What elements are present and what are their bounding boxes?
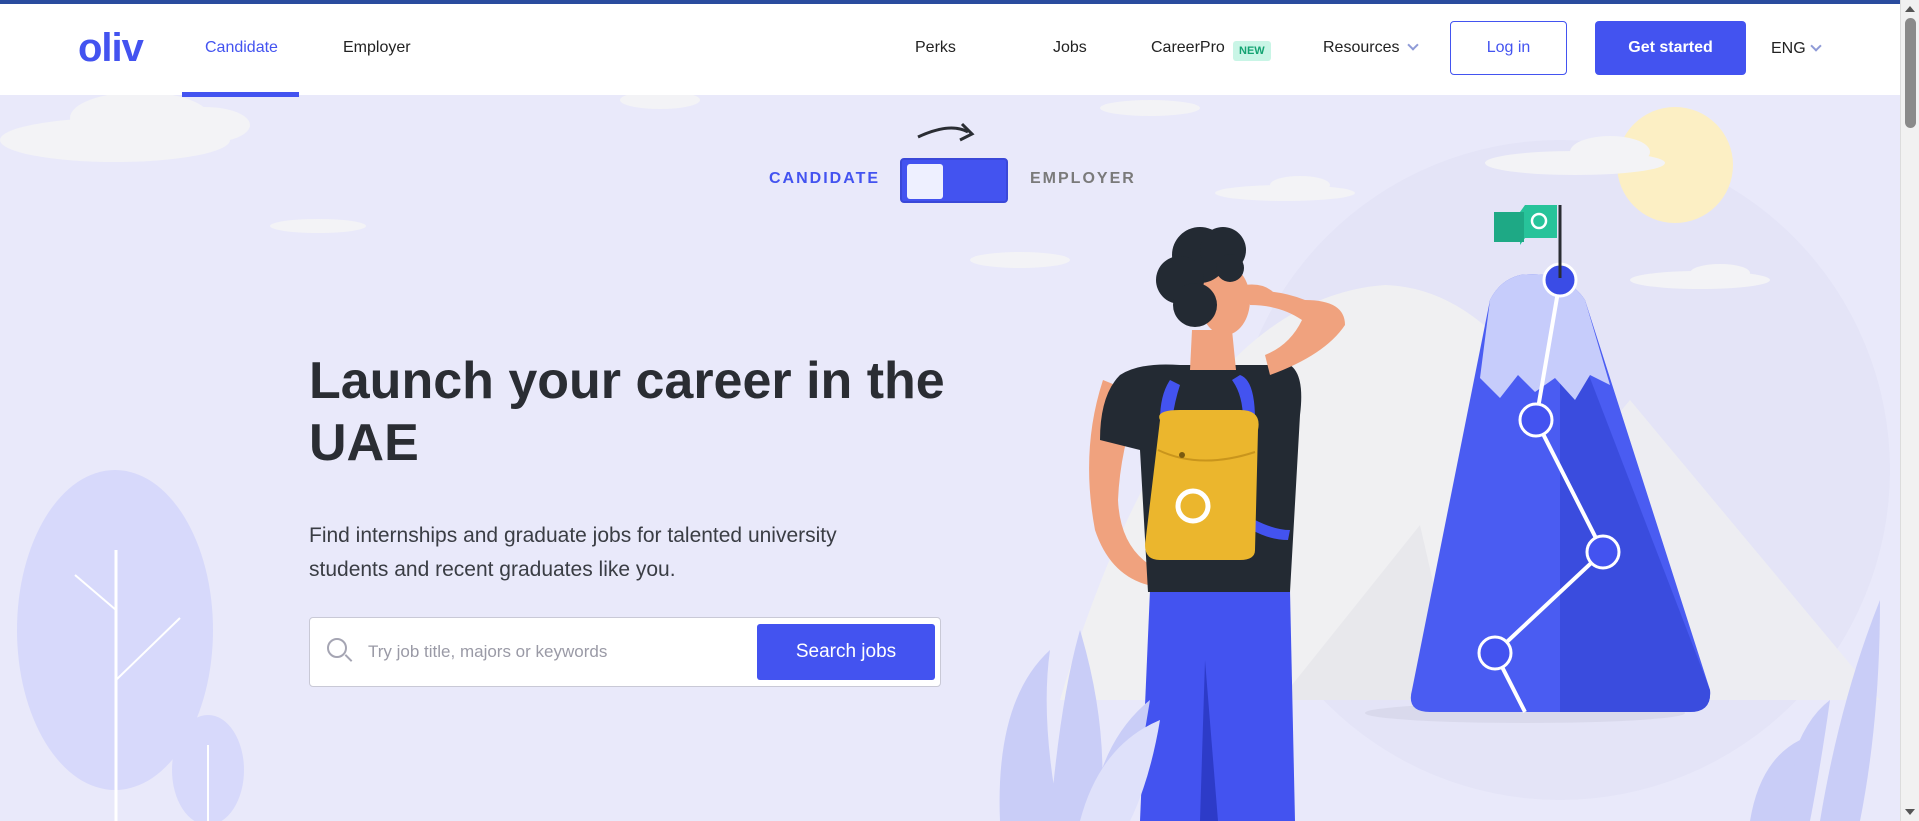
scroll-thumb[interactable] [1905, 18, 1916, 128]
new-badge: NEW [1233, 41, 1271, 61]
toggle-label-candidate[interactable]: CANDIDATE [769, 170, 880, 188]
candidate-employer-toggle[interactable] [900, 158, 1008, 203]
login-button[interactable]: Log in [1450, 21, 1567, 75]
toggle-knob[interactable] [907, 164, 943, 199]
nav-resources[interactable]: Resources [1323, 39, 1399, 57]
page-scrollbar[interactable] [1900, 0, 1919, 821]
search-icon [327, 638, 347, 658]
site-header: oliv Candidate Employer Perks Jobs Caree… [0, 4, 1900, 97]
scroll-down-arrow-icon[interactable] [1905, 809, 1915, 815]
hero-title: Launch your career in the UAE [309, 352, 945, 472]
nav-employer[interactable]: Employer [343, 39, 411, 57]
nav-perks[interactable]: Perks [915, 39, 956, 57]
arrow-right-icon [917, 126, 969, 139]
search-jobs-button[interactable]: Search jobs [757, 624, 935, 680]
get-started-button[interactable]: Get started [1595, 21, 1746, 75]
nav-jobs[interactable]: Jobs [1053, 39, 1087, 57]
search-input[interactable] [368, 636, 748, 668]
job-search-bar: Search jobs [309, 617, 941, 687]
nav-active-indicator [182, 92, 299, 97]
oliv-logo[interactable]: oliv [78, 26, 144, 71]
chevron-down-icon[interactable] [1407, 39, 1419, 51]
chevron-down-icon[interactable] [1810, 40, 1822, 52]
toggle-label-employer[interactable]: EMPLOYER [1030, 170, 1136, 188]
hero-subtitle: Find internships and graduate jobs for t… [309, 524, 837, 581]
scroll-up-arrow-icon[interactable] [1905, 6, 1915, 12]
nav-careerpro[interactable]: CareerPro [1151, 39, 1225, 57]
backpack [1145, 410, 1259, 560]
language-selector[interactable]: ENG [1771, 40, 1806, 58]
nav-candidate[interactable]: Candidate [205, 39, 278, 57]
